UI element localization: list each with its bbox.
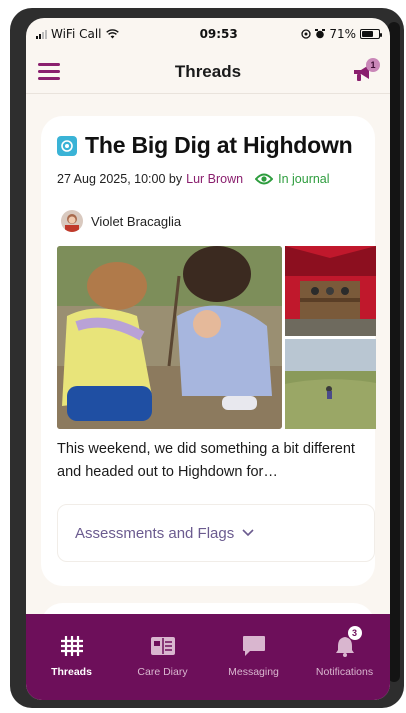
nav-header: Threads 1 <box>26 50 390 94</box>
tab-messaging[interactable]: Messaging <box>210 634 298 700</box>
alarm-icon <box>315 29 326 39</box>
grid-icon <box>60 634 84 658</box>
location-icon <box>301 29 311 39</box>
post-date: 27 Aug 2025, 10:00 by <box>57 172 183 186</box>
announcement-button[interactable]: 1 <box>352 58 380 84</box>
status-bar: WiFi Call 09:53 71% <box>26 18 390 50</box>
tab-threads[interactable]: Threads <box>28 634 116 700</box>
tab-care-diary[interactable]: Care Diary <box>119 634 207 700</box>
announcement-badge: 1 <box>366 58 380 72</box>
wifi-icon <box>105 29 119 39</box>
chevron-down-icon <box>242 529 254 537</box>
status-right: 71% <box>301 27 382 41</box>
thread-card[interactable]: The Big Dig at Highdown 27 Aug 2025, 10:… <box>41 116 376 586</box>
journal-label: In journal <box>278 172 330 186</box>
battery-icon <box>360 29 382 39</box>
carrier-label: WiFi Call <box>51 27 102 41</box>
bottom-tab-bar: Threads Care Diary Messaging 3 Notificat… <box>26 614 390 700</box>
assessments-toggle[interactable]: Assessments and Flags <box>57 504 375 562</box>
tab-notifications[interactable]: 3 Notifications <box>301 626 389 700</box>
author-link[interactable]: Lur Brown <box>186 172 243 186</box>
post-photo-field[interactable] <box>285 339 376 429</box>
status-time: 09:53 <box>199 27 238 41</box>
eye-icon <box>255 173 274 185</box>
page-title: Threads <box>174 61 242 81</box>
signal-icon <box>36 29 47 39</box>
post-photo-main[interactable] <box>57 246 282 429</box>
child-avatar <box>61 210 83 232</box>
post-title[interactable]: The Big Dig at Highdown <box>85 132 353 159</box>
battery-percent: 71% <box>329 27 356 41</box>
notifications-badge: 3 <box>347 626 362 640</box>
app-screen: WiFi Call 09:53 71% Threads 1 The Big Di… <box>26 18 390 700</box>
post-photo-tent[interactable] <box>285 246 376 336</box>
tab-label-messaging: Messaging <box>228 666 279 678</box>
book-icon <box>150 634 176 658</box>
tab-label-care-diary: Care Diary <box>137 666 188 678</box>
child-tag[interactable]: Violet Bracaglia <box>61 210 181 232</box>
tab-label-threads: Threads <box>51 666 92 678</box>
post-meta: 27 Aug 2025, 10:00 by Lur Brown In journ… <box>57 172 330 186</box>
post-excerpt[interactable]: This weekend, we did something a bit dif… <box>57 438 369 484</box>
journal-status: In journal <box>255 172 330 186</box>
child-name: Violet Bracaglia <box>91 213 182 229</box>
chat-icon <box>242 634 266 658</box>
menu-icon[interactable] <box>38 63 60 80</box>
tab-label-notifications: Notifications <box>315 666 374 678</box>
observation-icon <box>57 135 77 156</box>
assessments-label: Assessments and Flags <box>75 524 235 542</box>
post-title-row: The Big Dig at Highdown <box>57 132 353 159</box>
status-left: WiFi Call <box>36 27 156 41</box>
bell-icon: 3 <box>334 626 362 658</box>
